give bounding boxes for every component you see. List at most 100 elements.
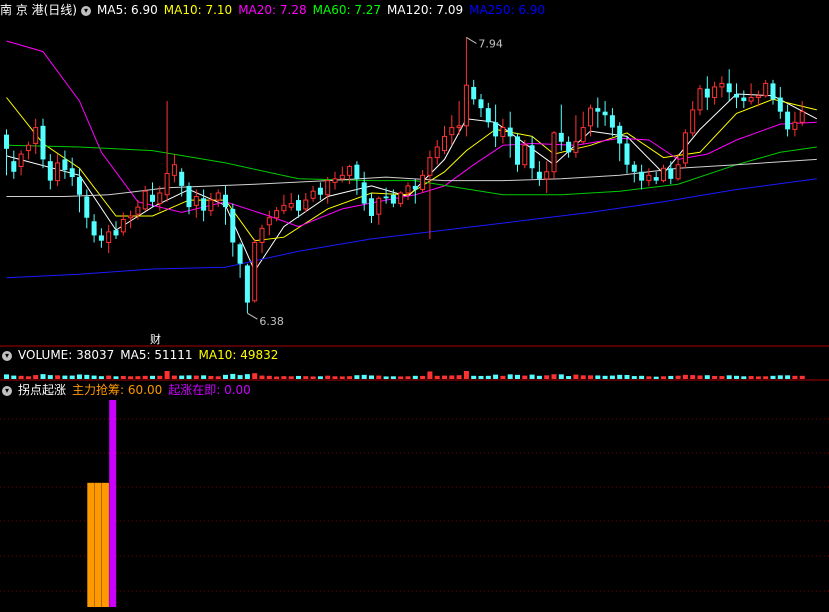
candle-body: [383, 196, 389, 199]
candle-body: [201, 198, 207, 211]
candle-body: [755, 95, 761, 99]
volume-bar: [55, 375, 61, 379]
volume-bar: [237, 375, 243, 379]
candle-body: [697, 88, 703, 111]
candle-body: [653, 177, 659, 181]
candle-body: [288, 203, 294, 208]
finance-marker: 财: [150, 332, 161, 346]
indicator-bar: [109, 400, 117, 607]
candle-body: [33, 127, 39, 144]
volume-bar: [719, 376, 725, 379]
volume-bar: [383, 376, 389, 379]
candle-body: [354, 164, 360, 179]
volume-bar: [639, 375, 645, 379]
volume-bar: [456, 375, 462, 379]
candle-body: [84, 196, 90, 218]
candle-body: [296, 200, 301, 211]
volume-bar: [303, 376, 309, 379]
volume-bar: [617, 374, 623, 379]
candle-body: [602, 111, 608, 116]
volume-bar: [4, 374, 9, 379]
candle-body: [463, 84, 469, 127]
candle-body: [376, 197, 382, 215]
candle-body: [646, 174, 652, 182]
candle-body: [515, 136, 520, 165]
volume-dropdown-icon[interactable]: ▾: [2, 350, 12, 361]
candle-body: [390, 194, 396, 204]
dropdown-icon[interactable]: ▾: [81, 5, 91, 16]
candle-body: [449, 127, 455, 136]
volume-bar: [478, 375, 484, 379]
volume-bar: [186, 375, 192, 379]
stock-chart[interactable]: 7.94 6.38 财: [0, 0, 829, 612]
volume-bar: [544, 375, 550, 379]
candle-body: [69, 168, 75, 178]
indicator-legend: ▾ 拐点起涨 主力抢筹: 60.00 起涨在即: 0.00: [0, 382, 257, 398]
volume-ma10: MA10: 49832: [198, 348, 279, 362]
candle-body: [427, 157, 433, 176]
volume-bar: [91, 375, 97, 379]
candle-body: [113, 230, 119, 236]
candle: [551, 131, 557, 179]
volume-bar: [266, 375, 272, 379]
volume-bar: [120, 375, 126, 379]
candle-body: [215, 192, 221, 201]
volume-bar: [354, 375, 360, 379]
candle-body: [18, 153, 24, 167]
volume-bar: [653, 376, 659, 379]
candle-body: [398, 192, 404, 205]
candle-body: [62, 159, 68, 171]
candle-body: [98, 235, 104, 241]
candle-body: [536, 171, 542, 179]
volume-bar: [274, 376, 280, 379]
volume-bar: [332, 376, 338, 379]
volume-value: VOLUME: 38037: [18, 348, 115, 362]
volume-bar: [609, 375, 615, 379]
volume-bar: [11, 375, 17, 379]
volume-bar: [142, 375, 148, 379]
volume-bar: [668, 375, 674, 379]
volume-bar: [558, 374, 564, 379]
volume-bar: [631, 376, 637, 379]
candle-body: [339, 174, 345, 180]
volume-bar: [106, 375, 112, 379]
volume-legend: ▾ VOLUME: 38037 MA5: 51111 MA10: 49832: [0, 347, 284, 363]
volume-bar: [325, 375, 331, 379]
volume-bar: [675, 375, 681, 379]
volume-bar: [40, 374, 46, 379]
volume-bar: [223, 374, 228, 379]
volume-bar: [507, 374, 513, 379]
volume-bar: [741, 376, 747, 379]
stock-title: 南 京 港(日线): [0, 3, 77, 17]
candle-body: [682, 132, 688, 164]
volume-bar: [712, 375, 718, 379]
candle-body: [792, 121, 798, 130]
candle-body: [675, 164, 681, 180]
candle-body: [661, 167, 666, 182]
indicator-bar: [101, 482, 109, 607]
volume-bar: [113, 376, 119, 379]
indicator-line1: 主力抢筹: 60.00: [72, 383, 163, 397]
candle-body: [763, 82, 769, 97]
candle-body: [668, 168, 674, 179]
candle: [252, 238, 258, 303]
candle-body: [120, 219, 126, 233]
candle-body: [485, 108, 491, 123]
volume-bar: [763, 376, 769, 379]
candle-body: [412, 185, 418, 190]
volume-bar: [361, 374, 367, 379]
candle-body: [609, 115, 615, 128]
volume-bar: [588, 375, 593, 379]
volume-bar: [690, 375, 696, 379]
volume-bar: [726, 375, 732, 379]
indicator-dropdown-icon[interactable]: ▾: [2, 385, 12, 396]
volume-bar: [33, 375, 39, 379]
candle-body: [580, 127, 586, 143]
candle-body: [420, 174, 426, 190]
candle-body: [748, 97, 754, 102]
volume-bar: [317, 376, 323, 379]
volume-bar: [471, 375, 477, 379]
volume-bar: [244, 374, 250, 379]
candle-body: [529, 145, 535, 169]
volume-bar: [792, 375, 798, 379]
